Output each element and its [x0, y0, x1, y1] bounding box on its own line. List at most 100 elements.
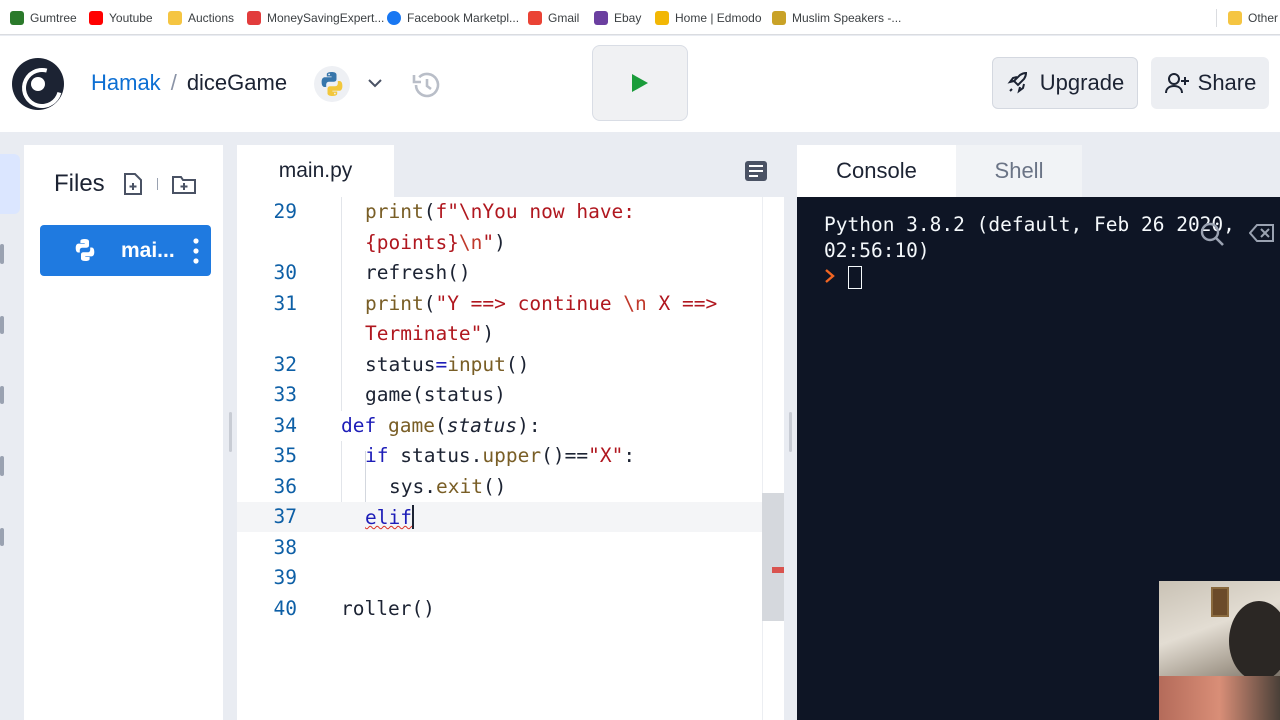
- code-token: (: [423, 292, 436, 315]
- bookmark-facebook-marketplace[interactable]: Facebook Marketpl...: [387, 9, 519, 27]
- editor-resize-handle[interactable]: [789, 412, 792, 452]
- code-line[interactable]: 38: [237, 533, 784, 563]
- new-file-icon[interactable]: [122, 172, 144, 196]
- code-token: upper: [482, 444, 542, 467]
- history-icon[interactable]: [408, 66, 446, 104]
- run-button[interactable]: [592, 45, 688, 121]
- rail-item[interactable]: [0, 386, 4, 404]
- bookmark-other[interactable]: Other: [1228, 9, 1278, 27]
- code-token: =: [435, 353, 448, 376]
- youtube-icon: [89, 11, 103, 25]
- code-token: exit: [435, 475, 483, 498]
- files-resize-handle[interactable]: [229, 412, 232, 452]
- rail-item[interactable]: [0, 456, 4, 476]
- code-line[interactable]: 37 elif: [237, 502, 784, 532]
- tab-shell[interactable]: Shell: [956, 145, 1082, 197]
- line-number: 35: [273, 444, 297, 467]
- code-token: status.: [400, 444, 483, 467]
- breadcrumb-project[interactable]: diceGame: [187, 70, 287, 96]
- code-text: roller(): [341, 597, 435, 620]
- tab-main-py[interactable]: main.py: [237, 145, 394, 197]
- more-options-icon[interactable]: [192, 237, 200, 265]
- code-line[interactable]: 39: [237, 563, 784, 593]
- person-head: [1229, 601, 1280, 681]
- code-token: ()==: [541, 444, 589, 467]
- new-folder-icon[interactable]: [171, 172, 197, 196]
- rail-item[interactable]: [0, 316, 4, 334]
- code-token: print: [365, 200, 424, 223]
- ebay-icon: [594, 11, 608, 25]
- upgrade-button[interactable]: Upgrade: [992, 57, 1138, 109]
- rail-item[interactable]: [0, 528, 4, 546]
- code-token: status: [365, 353, 436, 376]
- upgrade-label: Upgrade: [1039, 70, 1125, 95]
- code-text: {points}\n"): [365, 231, 506, 254]
- code-line[interactable]: 36 sys.exit(): [237, 472, 784, 502]
- code-token: \n: [623, 292, 647, 315]
- gmail-icon: [528, 11, 542, 25]
- code-line[interactable]: Terminate"): [237, 319, 784, 349]
- bookmark-youtube[interactable]: Youtube: [89, 9, 153, 27]
- line-number: 38: [273, 536, 297, 559]
- code-token: ): [482, 322, 495, 345]
- bookmark-ebay[interactable]: Ebay: [594, 9, 641, 27]
- bookmark-gumtree[interactable]: Gumtree: [10, 9, 77, 27]
- rail-files-active[interactable]: [0, 154, 20, 214]
- code-line[interactable]: 35 if status.upper()=="X":: [237, 441, 784, 471]
- bookmark-muslim-speakers[interactable]: Muslim Speakers -...: [772, 9, 901, 27]
- file-item-main-py[interactable]: mai...: [40, 225, 211, 276]
- code-token: elif: [365, 506, 412, 529]
- bookmark-edmodo[interactable]: Home | Edmodo: [655, 9, 762, 27]
- line-number: 39: [273, 566, 297, 589]
- clear-console-icon[interactable]: [1249, 223, 1275, 243]
- code-token: ):: [517, 414, 541, 437]
- editor-tab-bar: [394, 145, 784, 197]
- text-cursor: [411, 505, 414, 529]
- code-token: refresh(): [365, 261, 471, 284]
- edmodo-icon: [655, 11, 669, 25]
- code-line[interactable]: 31 print("Y ==> continue \n X ==>: [237, 289, 784, 319]
- code-token: game(status): [365, 383, 506, 406]
- code-line[interactable]: 40 roller(): [237, 594, 784, 624]
- play-icon: [632, 74, 648, 92]
- code-token: roller(): [341, 597, 435, 620]
- line-number: 29: [273, 200, 297, 223]
- chevron-down-icon[interactable]: [366, 74, 384, 92]
- bookmark-auctions[interactable]: Auctions: [168, 9, 234, 27]
- share-button[interactable]: Share: [1151, 57, 1269, 109]
- bookmark-moneysavingexpert[interactable]: MoneySavingExpert...: [247, 9, 384, 27]
- code-token: (): [505, 353, 530, 376]
- search-icon[interactable]: [1199, 221, 1225, 247]
- code-text: game(status): [365, 383, 506, 406]
- editor-scrollbar[interactable]: [762, 197, 784, 720]
- files-title: Files: [54, 170, 105, 197]
- format-icon[interactable]: [744, 160, 768, 182]
- code-editor[interactable]: 29 print(f"\nYou now have: {points}\n") 30 r…: [237, 197, 784, 720]
- rail-item[interactable]: [0, 244, 4, 264]
- python-icon: [75, 239, 95, 261]
- bookmark-gmail[interactable]: Gmail: [528, 9, 579, 27]
- code-token: \n: [458, 231, 483, 254]
- error-marker: [772, 567, 784, 573]
- breadcrumb-user[interactable]: Hamak: [91, 70, 161, 96]
- code-line[interactable]: 30 refresh(): [237, 258, 784, 288]
- code-token: "Y ==> continue: [435, 292, 624, 315]
- replit-logo-icon[interactable]: [12, 58, 64, 110]
- code-line[interactable]: 32 status=input(): [237, 350, 784, 380]
- console-cursor: [848, 266, 862, 289]
- code-line[interactable]: {points}\n"): [237, 228, 784, 258]
- line-number: 40: [273, 597, 297, 620]
- python-icon[interactable]: [314, 66, 350, 102]
- code-line[interactable]: 34 def game(status):: [237, 411, 784, 441]
- code-line[interactable]: 33 game(status): [237, 380, 784, 410]
- facebook-icon: [387, 11, 401, 25]
- line-number: 36: [273, 475, 297, 498]
- files-panel: Files mai...: [24, 145, 223, 720]
- left-rail: [0, 148, 20, 720]
- code-text: refresh(): [365, 261, 471, 284]
- folder-icon: [1228, 11, 1242, 25]
- editor-scrollbar-thumb[interactable]: [762, 493, 784, 621]
- code-line[interactable]: 29 print(f"\nYou now have:: [237, 197, 784, 227]
- tab-console[interactable]: Console: [797, 145, 956, 197]
- console-line: Python 3.8.2 (default, Feb 26 2020,: [824, 213, 1235, 236]
